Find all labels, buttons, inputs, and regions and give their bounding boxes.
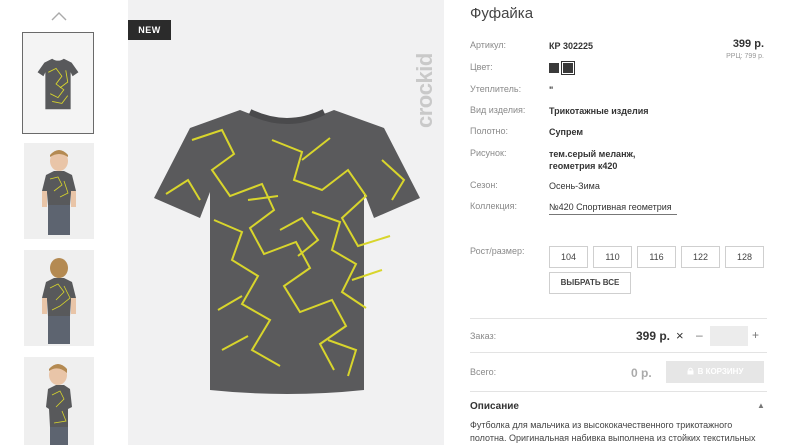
attr-label: Коллекция: — [470, 201, 518, 211]
divider — [470, 318, 767, 319]
size-label: Рост/размер: — [470, 246, 525, 256]
divider — [470, 352, 767, 353]
chevron-up-icon[interactable] — [50, 10, 68, 22]
size-button-116[interactable]: 116 — [637, 246, 676, 268]
attr-label: Утеплитель: — [470, 84, 522, 94]
attr-value: Супрем — [549, 127, 583, 137]
thumbnail-model-front[interactable] — [24, 143, 94, 239]
collapse-caret-icon[interactable]: ▲ — [757, 401, 765, 410]
product-details: Фуфайка 399 р. РРЦ: 799 р. Артикул: КР 3… — [470, 0, 770, 445]
attr-value: Осень-Зима — [549, 181, 600, 191]
attr-label: Рисунок: — [470, 148, 507, 158]
attr-label: Артикул: — [470, 40, 507, 50]
attr-label: Сезон: — [470, 180, 498, 190]
description-text: Футболка для мальчика из высококачествен… — [470, 420, 756, 443]
total-label: Всего: — [470, 367, 497, 377]
thumbnail-shirt[interactable] — [22, 32, 94, 134]
attr-value: Трикотажные изделия — [549, 106, 649, 116]
new-badge: NEW — [128, 20, 171, 40]
color-swatch-selected[interactable] — [561, 61, 575, 75]
size-button-122[interactable]: 122 — [681, 246, 720, 268]
divider — [470, 391, 767, 392]
add-to-cart-label: В КОРЗИНУ — [697, 367, 744, 376]
attr-value: КР 302225 — [549, 41, 594, 51]
times-sign: × — [676, 328, 684, 343]
description-title[interactable]: Описание — [470, 401, 519, 412]
lock-icon — [687, 367, 694, 375]
order-label: Заказ: — [470, 331, 497, 341]
thumbnail-model-back[interactable] — [24, 250, 94, 346]
size-button-128[interactable]: 128 — [725, 246, 764, 268]
thumbnail-gallery — [0, 0, 115, 445]
thumbnail-model-side[interactable] — [24, 357, 94, 445]
attr-value: " — [549, 85, 554, 95]
tshirt-image — [154, 109, 420, 394]
size-button-104[interactable]: 104 — [549, 246, 588, 268]
recommended-price: РРЦ: 799 р. — [726, 53, 764, 60]
size-button-110[interactable]: 110 — [593, 246, 632, 268]
select-all-button[interactable]: ВЫБРАТЬ ВСЕ — [549, 272, 631, 294]
attr-value: тем.серый меланж, геометрия к420 — [549, 149, 636, 171]
quantity-minus-button[interactable]: – — [696, 328, 703, 342]
collection-link[interactable]: №420 Спортивная геометрия — [549, 201, 677, 215]
product-title: Фуфайка — [470, 5, 534, 22]
total-value: 0 р. — [631, 366, 652, 380]
quantity-plus-button[interactable]: + — [752, 328, 759, 342]
main-product-image: NEW crockid — [128, 0, 444, 445]
add-to-cart-button[interactable]: В КОРЗИНУ — [666, 361, 764, 383]
attr-label: Полотно: — [470, 126, 509, 136]
attr-label: Цвет: — [470, 62, 493, 72]
product-price: 399 р. — [732, 38, 764, 50]
attr-label: Вид изделия: — [470, 105, 526, 115]
order-price: 399 р. — [636, 329, 671, 343]
color-swatch-dark[interactable] — [549, 63, 559, 73]
quantity-input[interactable] — [710, 326, 748, 346]
